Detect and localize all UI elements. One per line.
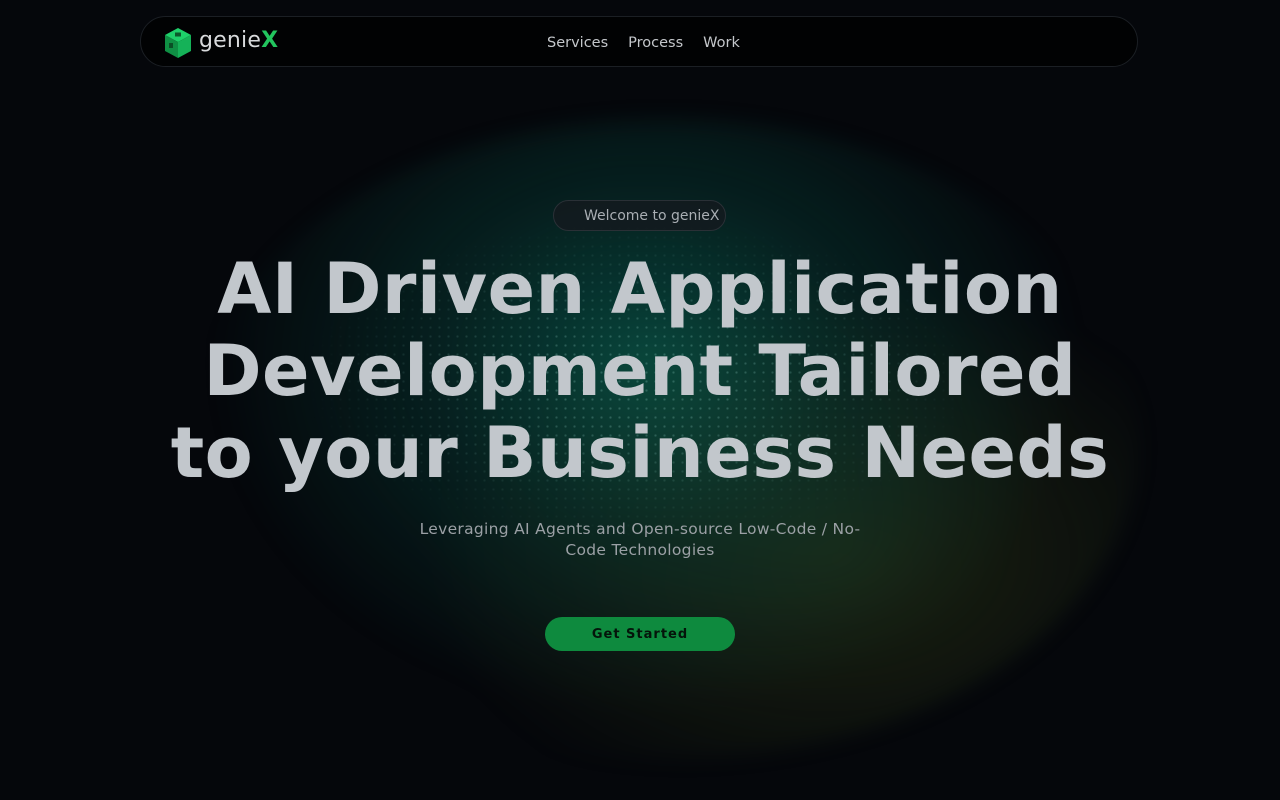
landing-page: genieX Services Process Work Welcome to …: [0, 0, 1280, 800]
hero-title-line-1: AI Driven Application: [217, 248, 1063, 330]
welcome-badge: Welcome to genieX: [553, 200, 726, 231]
hero-title-line-3: to your Business Needs: [170, 412, 1110, 494]
brand-logo-link[interactable]: genieX: [163, 25, 278, 61]
brand-name-suffix: X: [261, 27, 279, 53]
brand-name: genieX: [199, 28, 278, 53]
main-nav: Services Process Work: [547, 17, 740, 68]
top-navbar: genieX Services Process Work: [140, 16, 1138, 67]
nav-link-services[interactable]: Services: [547, 35, 608, 51]
cube-icon: [163, 26, 193, 60]
hero-subtitle: Leveraging AI Agents and Open-source Low…: [419, 520, 861, 559]
nav-link-work[interactable]: Work: [703, 35, 740, 51]
hero-title-line-2: Development Tailored: [203, 330, 1077, 412]
welcome-badge-text: Welcome to genieX: [584, 207, 720, 224]
get-started-button[interactable]: Get Started: [545, 617, 735, 651]
nav-link-process[interactable]: Process: [628, 35, 683, 51]
brand-name-prefix: genie: [199, 27, 262, 53]
hero-title: AI Driven Application Development Tailor…: [140, 248, 1140, 494]
